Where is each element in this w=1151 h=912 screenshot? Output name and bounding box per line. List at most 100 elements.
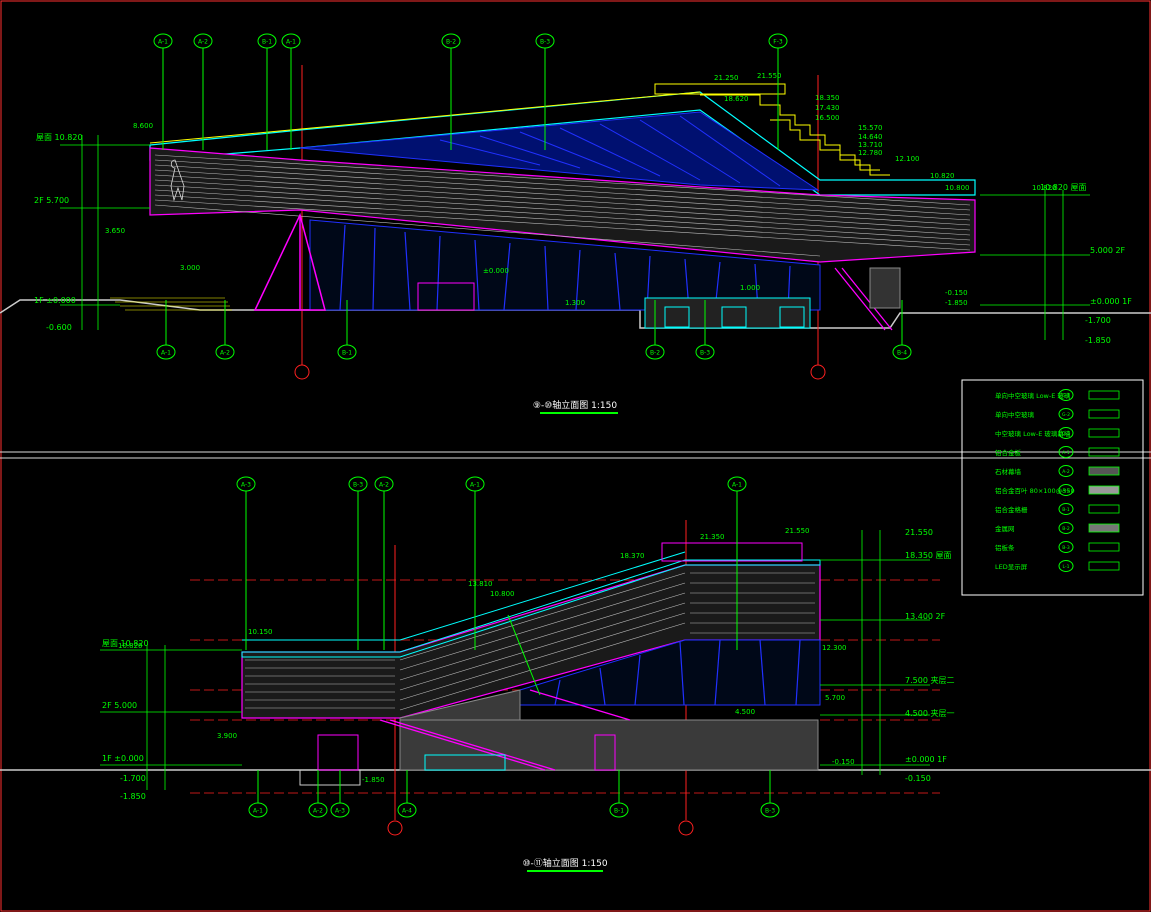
legend-swatch (1088, 409, 1120, 419)
legend-swatch (1088, 561, 1120, 571)
level-label: -0.150 (905, 774, 931, 783)
axis-label: B-1 (262, 39, 272, 46)
elevation-mark: 15.570 (858, 124, 883, 132)
legend-code: G-2 (1062, 412, 1070, 418)
axis-label: A-1 (732, 482, 742, 489)
level-label: 18.350 屋面 (905, 551, 952, 560)
legend-code: G-1 (1062, 393, 1070, 399)
legend-swatch (1088, 504, 1120, 514)
elevation-mark: 13.710 (858, 141, 883, 149)
legend-code: G-3 (1062, 431, 1070, 437)
elevation-mark: 3.900 (217, 732, 237, 740)
axis-label: B-3 (353, 482, 363, 489)
legend-code: B-3 (1062, 545, 1070, 551)
legend-item: 中空玻璃 Low-E 玻璃幕墙G-3 (995, 427, 1120, 439)
axis-label: A-4 (402, 808, 412, 815)
bottom-elevation: A-3 B-3 A-2 A-1 A-1 A-1 A-2 A-3 A-4 B-1 B-3 屋面 10… (0, 476, 1151, 872)
level-label: -1.850 (120, 792, 146, 801)
axis-label: A-2 (198, 39, 208, 46)
axis-label: B-1 (614, 808, 624, 815)
level-label: 5.000 2F (1090, 246, 1126, 255)
elevation-mark: 10.820 (118, 642, 143, 650)
elevation-mark: 21.350 (700, 533, 725, 541)
axis-label: A-1 (161, 350, 171, 357)
legend-item: 单向中空玻璃 G-2 (995, 408, 1120, 420)
level-label: 屋面 10.820 (36, 133, 83, 142)
elevation-mark: ±0.000 (483, 267, 509, 275)
legend-label: 石材幕墙 (995, 467, 1022, 476)
level-label: 1F ±0.000 (102, 754, 144, 763)
elevation-mark: 1.000 (740, 284, 760, 292)
elevation-mark: 18.370 (620, 552, 645, 560)
level-label: 21.550 (905, 528, 933, 537)
axis-label: A-1 (253, 808, 263, 815)
elevation-mark: 1.300 (565, 299, 585, 307)
elevation-mark: 8.600 (133, 122, 153, 130)
elevation-mark: 10.800 (490, 590, 515, 598)
cad-drawing-canvas: A-1 A-2 B-1 A-1 B-2 B-3 F-3 A-1 A-2 B-1 B-2 B-3 B-4… (0, 0, 1151, 912)
legend-code: B-1 (1062, 507, 1070, 513)
level-label: ±0.000 1F (1090, 297, 1132, 306)
legend-code: B-2 (1062, 526, 1070, 532)
legend-swatch (1088, 466, 1120, 476)
elevation-mark: 21.250 (714, 74, 739, 82)
legend-label: 铝合金格栅 (995, 505, 1028, 514)
elevation-mark: 3.000 (180, 264, 200, 272)
axis-label: B-3 (700, 350, 710, 357)
level-label: 4.500 夹层一 (905, 708, 954, 718)
elevation-mark: -0.150 (832, 758, 855, 766)
bottom-elevation-title: ⑩-⑪轴立面图 1:150 (522, 857, 607, 869)
axis-label: A-2 (220, 350, 230, 357)
axis-label: A-2 (313, 808, 323, 815)
legend-label: 单向中空玻璃 (995, 410, 1035, 419)
elevation-mark: 16.500 (815, 114, 840, 122)
axis-label: B-2 (650, 350, 660, 357)
axis-label: A-1 (470, 482, 480, 489)
elevation-mark: 13.810 (468, 580, 493, 588)
top-elevation-title: ⑨-⑩轴立面图 1:150 (533, 399, 617, 411)
stone-pier (869, 267, 901, 309)
axis-label: B-2 (446, 39, 456, 46)
axis-label: A-3 (335, 808, 345, 815)
legend-label: LED显示屏 (995, 563, 1028, 571)
elevation-mark: 17.430 (815, 104, 840, 112)
elevation-mark: 5.700 (825, 694, 845, 702)
elevation-mark: 12.300 (822, 644, 847, 652)
elevation-mark: -1.850 (945, 299, 968, 307)
axis-label: B-4 (897, 350, 907, 357)
legend-swatch (1088, 523, 1120, 533)
level-label: -1.700 (120, 774, 146, 783)
level-label: -1.850 (1085, 336, 1111, 345)
legend-item: 铝板条 B-3 (995, 541, 1120, 553)
legend-code: A-2 (1062, 469, 1070, 475)
axis-label: B-3 (765, 808, 775, 815)
axis-label: A-3 (241, 482, 251, 489)
elevation-mark: 3.650 (105, 227, 125, 235)
legend-item: 金属网 B-2 (995, 522, 1120, 534)
elevation-mark: 4.500 (735, 708, 755, 716)
elevation-mark: 10.150 (248, 628, 273, 636)
elevation-mark: 18.620 (724, 95, 749, 103)
level-label: 13.400 2F (905, 612, 946, 621)
legend-swatch (1088, 485, 1120, 495)
axis-label: A-2 (379, 482, 389, 489)
legend-item: 铝合金百叶 80×100@350A-3 (995, 484, 1120, 496)
elevation-mark: 21.550 (757, 72, 782, 80)
elevation-mark: 10.820 (930, 172, 955, 180)
elevation-mark: -0.150 (945, 289, 968, 297)
level-label: 1F ±0.000 (34, 296, 76, 305)
podium (644, 297, 811, 329)
level-label: 2F 5.000 (102, 701, 137, 710)
elevation-mark: 12.100 (895, 155, 920, 163)
level-label: -1.700 (1085, 316, 1111, 325)
legend-item: LED显示屏 L-1 (995, 560, 1120, 572)
level-label: 7.500 夹层二 (905, 675, 954, 685)
legend-code: A-1 (1062, 450, 1070, 456)
stair-core (317, 734, 359, 771)
legend-label: 铝板条 (995, 543, 1015, 552)
legend-code: L-1 (1063, 564, 1070, 570)
level-label: -0.600 (46, 323, 72, 332)
elevation-mark: 14.640 (858, 133, 883, 141)
legend-code: A-3 (1062, 488, 1070, 494)
legend-item: 铝合金格栅 B-1 (995, 503, 1120, 515)
